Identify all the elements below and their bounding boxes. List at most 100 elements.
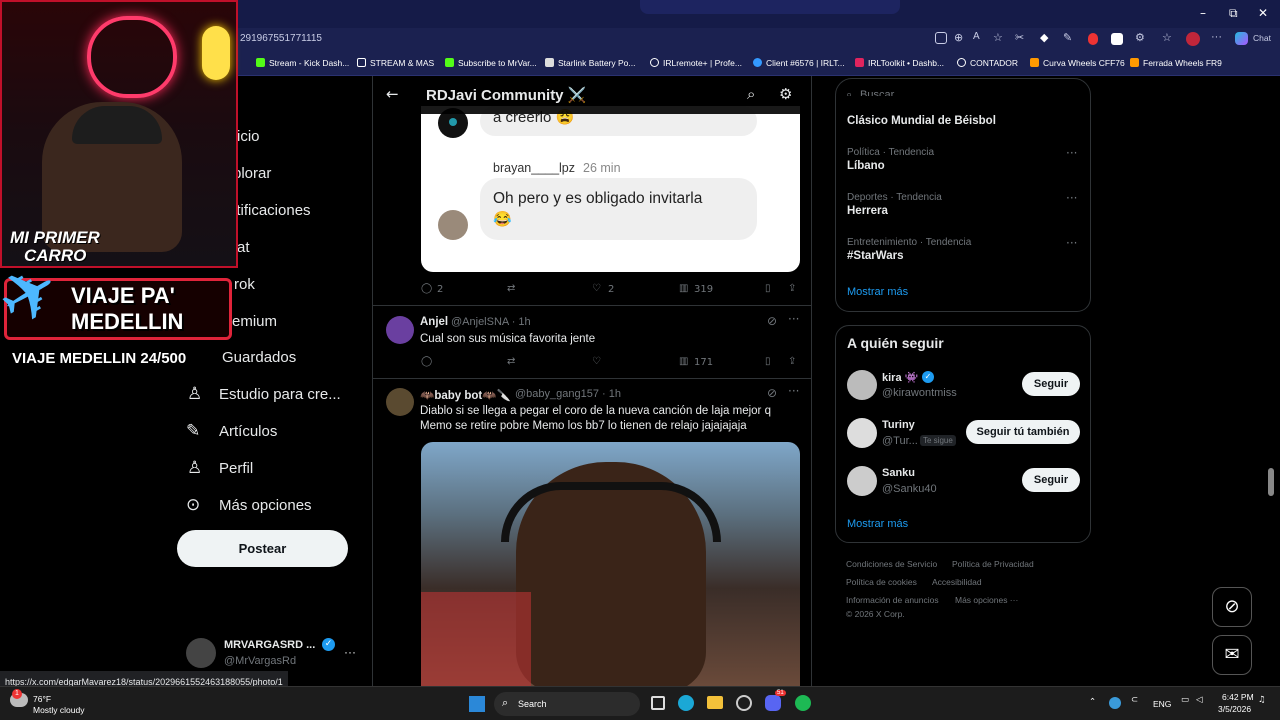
nav-creator-studio[interactable]: Estudio para cre... bbox=[219, 386, 341, 403]
extensions-icon[interactable]: ⚙ bbox=[1135, 31, 1145, 44]
browser-tab[interactable] bbox=[640, 0, 900, 14]
like-icon[interactable]: ♡ bbox=[592, 356, 601, 367]
trend-more-icon[interactable]: ··· bbox=[1066, 191, 1077, 205]
footer-link[interactable]: Política de Privacidad bbox=[952, 559, 1034, 569]
footer-link[interactable]: Accesibilidad bbox=[932, 577, 982, 587]
repost-icon[interactable]: ⇄ bbox=[507, 283, 515, 294]
follow-name[interactable]: Sanku bbox=[882, 467, 915, 479]
bookmark-item[interactable]: Curva Wheels CFF76 bbox=[1030, 58, 1125, 68]
bookmark-item[interactable]: Ferrada Wheels FR9 bbox=[1130, 58, 1222, 68]
search-icon[interactable]: ⌕ bbox=[747, 85, 755, 103]
clock-time[interactable]: 6:42 PM bbox=[1222, 692, 1254, 702]
trend-name[interactable]: Clásico Mundial de Béisbol bbox=[847, 115, 996, 127]
settings-icon[interactable]: ⚙ bbox=[779, 85, 792, 103]
tweet-more-icon[interactable]: ··· bbox=[788, 312, 799, 326]
language-indicator[interactable]: ENG bbox=[1153, 699, 1171, 709]
extension-red-icon[interactable] bbox=[1088, 33, 1098, 45]
tweet-image[interactable] bbox=[421, 442, 800, 686]
nav-premium[interactable]: emium bbox=[232, 313, 277, 330]
grok-icon[interactable]: ⊘ bbox=[767, 314, 777, 328]
menu-icon[interactable]: ··· bbox=[1211, 31, 1222, 43]
follow-avatar[interactable] bbox=[847, 418, 877, 448]
trend-name[interactable]: #StarWars bbox=[847, 250, 903, 262]
volume-icon[interactable]: ◁ bbox=[1196, 695, 1203, 705]
start-icon[interactable] bbox=[469, 696, 485, 712]
extension-white-icon[interactable] bbox=[1111, 33, 1123, 45]
chat-label[interactable]: Chat bbox=[1253, 33, 1271, 43]
favorites-icon[interactable]: ☆ bbox=[1162, 31, 1172, 44]
bookmark-icon[interactable]: ▯ bbox=[765, 356, 771, 367]
reply-icon[interactable]: ◯ bbox=[421, 356, 432, 367]
follow-name[interactable]: kira 👾 bbox=[882, 371, 918, 384]
profile-avatar[interactable] bbox=[1186, 32, 1200, 46]
nav-chat[interactable]: at bbox=[237, 239, 250, 256]
nav-more-options[interactable]: Más opciones bbox=[219, 497, 312, 514]
share-icon[interactable]: ⇪ bbox=[788, 356, 796, 367]
edge-icon[interactable] bbox=[678, 695, 694, 711]
tweet-author-name[interactable]: 🦇baby bot🦇🔪 bbox=[420, 388, 511, 402]
show-more-link[interactable]: Mostrar más bbox=[847, 518, 908, 530]
bookmark-item[interactable]: STREAM & MAS bbox=[357, 58, 434, 68]
bookmark-item[interactable]: Subscribe to MrVar... bbox=[445, 58, 537, 68]
task-view-icon[interactable] bbox=[651, 696, 665, 710]
minimize-icon[interactable]: – bbox=[1200, 6, 1206, 20]
spotify-icon[interactable] bbox=[795, 695, 811, 711]
network-icon[interactable]: ▭ bbox=[1181, 695, 1189, 705]
tweet-avatar[interactable] bbox=[386, 316, 414, 344]
zoom-icon[interactable]: ⊕ bbox=[954, 31, 963, 44]
nav-profile[interactable]: Perfil bbox=[219, 460, 253, 477]
trend-more-icon[interactable]: ··· bbox=[1066, 146, 1077, 160]
follow-back-button[interactable]: Seguir tú también bbox=[966, 420, 1080, 444]
notification-bell-icon[interactable]: ♫ bbox=[1258, 695, 1266, 705]
bookmark-item[interactable]: IRLToolkit • Dashb... bbox=[855, 58, 944, 68]
bookmark-item[interactable]: Stream - Kick Dash... bbox=[256, 58, 349, 68]
share-icon[interactable]: ⇪ bbox=[788, 283, 796, 294]
nav-explore[interactable]: plorar bbox=[233, 165, 271, 182]
weather-text[interactable]: Mostly cloudy bbox=[33, 705, 85, 715]
discord-icon[interactable] bbox=[765, 695, 781, 711]
nav-notifications[interactable]: otificaciones bbox=[228, 202, 311, 219]
grok-icon[interactable]: ⊘ bbox=[767, 386, 777, 400]
like-icon[interactable]: ♡ bbox=[592, 283, 601, 294]
grok-float-icon[interactable]: ⊘ bbox=[1212, 587, 1252, 627]
footer-link[interactable]: Política de cookies bbox=[846, 577, 917, 587]
footer-link[interactable]: Información de anuncios bbox=[846, 595, 939, 605]
extension-pen-icon[interactable]: ✎ bbox=[1063, 31, 1072, 44]
nav-articles[interactable]: Artículos bbox=[219, 423, 277, 440]
back-arrow-icon[interactable]: ← bbox=[386, 85, 399, 103]
tray-app-icon[interactable] bbox=[1109, 697, 1121, 709]
repost-icon[interactable]: ⇄ bbox=[507, 356, 515, 367]
file-explorer-icon[interactable] bbox=[707, 696, 723, 709]
tray-chevron-icon[interactable]: ⌃ bbox=[1089, 697, 1096, 707]
tweet-avatar[interactable] bbox=[386, 388, 414, 416]
maximize-icon[interactable]: ⧉ bbox=[1229, 6, 1238, 21]
follow-button[interactable]: Seguir bbox=[1022, 372, 1080, 396]
trend-name[interactable]: Líbano bbox=[847, 160, 885, 172]
close-icon[interactable]: ✕ bbox=[1258, 6, 1268, 20]
messages-float-icon[interactable]: ✉ bbox=[1212, 635, 1252, 675]
bookmark-item[interactable]: IRLremote+ | Profe... bbox=[650, 58, 742, 68]
tweet-author-handle[interactable]: @AnjelSNA · 1h bbox=[451, 316, 531, 328]
taskbar-search-label[interactable]: Search bbox=[518, 699, 547, 709]
favorite-icon[interactable]: ☆ bbox=[993, 31, 1003, 44]
account-more-icon[interactable]: ··· bbox=[344, 645, 356, 659]
tweet-author-name[interactable]: Anjel bbox=[420, 316, 448, 328]
footer-link[interactable]: Condiciones de Servicio bbox=[846, 559, 937, 569]
scrollbar-thumb[interactable] bbox=[1268, 468, 1274, 496]
follow-avatar[interactable] bbox=[847, 370, 877, 400]
copilot-icon[interactable] bbox=[1235, 32, 1248, 45]
follow-name[interactable]: Turiny bbox=[882, 419, 915, 431]
temperature[interactable]: 76°F bbox=[33, 694, 51, 704]
show-more-link[interactable]: Mostrar más bbox=[847, 286, 908, 298]
reply-icon[interactable]: ◯ bbox=[421, 283, 432, 294]
bookmark-item[interactable]: Starlink Battery Po... bbox=[545, 58, 635, 68]
trend-name[interactable]: Herrera bbox=[847, 205, 888, 217]
read-aloud-icon[interactable]: A bbox=[973, 31, 980, 42]
follow-avatar[interactable] bbox=[847, 466, 877, 496]
clock-date[interactable]: 3/5/2026 bbox=[1218, 704, 1251, 714]
app-icon[interactable] bbox=[935, 32, 947, 44]
bookmark-item[interactable]: CONTADOR bbox=[957, 58, 1018, 68]
obs-icon[interactable] bbox=[736, 695, 752, 711]
post-button[interactable]: Postear bbox=[177, 530, 348, 567]
tweet-author-handle[interactable]: @baby_gang157 · 1h bbox=[515, 388, 621, 400]
